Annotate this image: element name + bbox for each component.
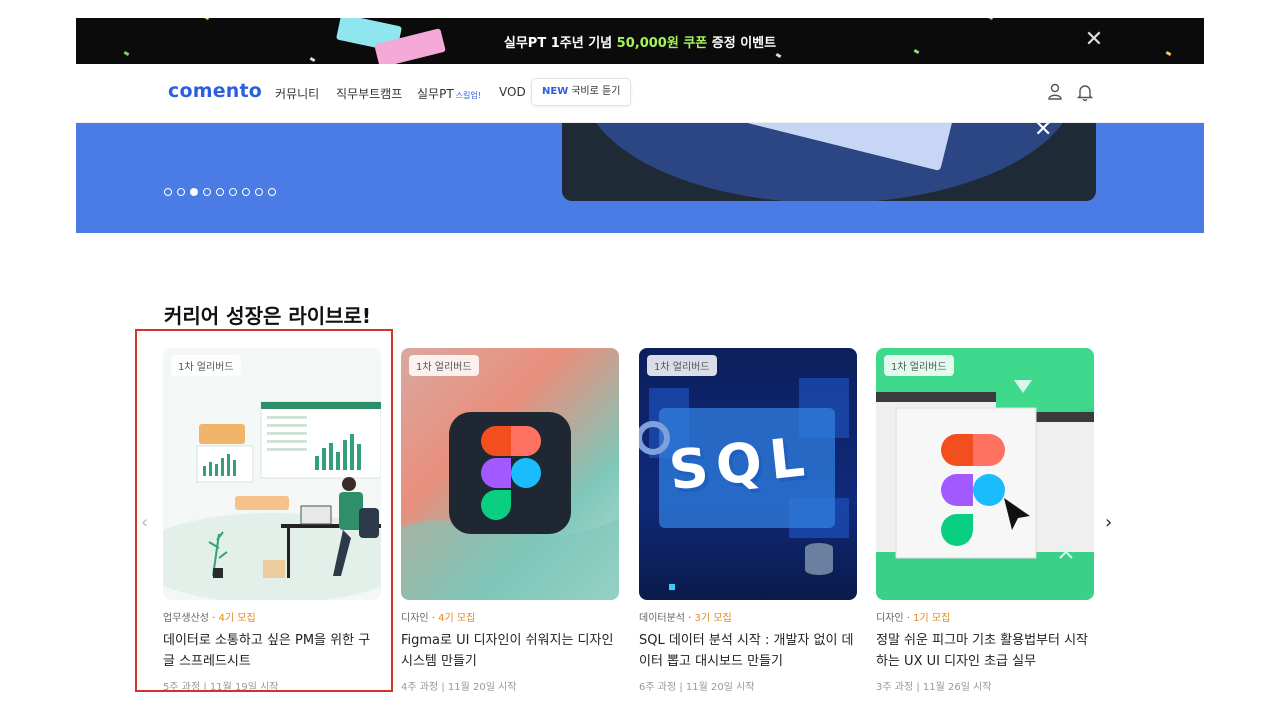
card-title[interactable]: 정말 쉬운 피그마 기초 활용법부터 시작하는 UX UI 디자인 초급 실무 [876,630,1094,672]
course-card[interactable]: 1차 얼리버드 디자인 · 1기 모집 정말 쉬운 피그마 기초 활용법부터 시… [876,348,1094,693]
nav-item-label: 직무부트캠프 [336,87,403,101]
nav-item-label: 실무PT [417,87,454,101]
early-bird-badge: 1차 얼리버드 [884,355,954,376]
new-badge: NEW [542,86,569,97]
card-category: 디자인 [876,613,904,624]
nav-item-label: VOD [499,85,526,99]
nav-item-practice-pt[interactable]: 실무PT 스킬업! [417,85,481,102]
carousel-dot[interactable] [216,188,224,196]
card-start-date: 11월 26일 시작 [922,682,992,693]
national-support-label: 국비로 듣기 [571,86,621,97]
card-meta: 디자인 · 1기 모집 [876,613,951,624]
card-category: 데이터분석 [639,613,685,624]
nav-item-tag: 스킬업! [455,91,481,100]
card-schedule: 4주 과정 | 11월 20일 시작 [401,682,517,693]
card-recruit: 1기 모집 [913,613,951,624]
section-title: 커리어 성장은 라이브로! [164,304,372,328]
nav-item-label: 커뮤니티 [275,87,320,101]
promo-text-after: 증정 이벤트 [707,36,777,51]
card-meta: 디자인 · 4기 모집 [401,613,476,624]
card-meta: 데이터분석 · 3기 모집 [639,613,732,624]
promo-text: 실무PT 1주년 기념 50,000원 쿠폰 증정 이벤트 [76,32,1204,51]
card-duration: 6주 과정 [639,682,677,693]
promo-text-highlight: 50,000원 쿠폰 [616,36,708,51]
chevron-right-icon[interactable]: › [1105,512,1112,533]
figma-logo-illustration: 1차 얼리버드 [401,348,619,600]
confetti [203,18,210,21]
selection-highlight [135,329,393,692]
carousel-dot[interactable] [203,188,211,196]
logo[interactable]: comento [168,80,262,102]
close-icon: ✕ [1034,123,1053,142]
hero-carousel[interactable]: ✕ [76,123,1204,233]
confetti [987,18,994,21]
close-icon[interactable]: ✕ [1082,28,1106,52]
course-card[interactable]: SQL 1차 얼리버드 데이터분석 · 3기 모집 SQL 데이터 분석 시작 … [639,348,857,693]
card-duration: 3주 과정 [876,682,914,693]
course-card[interactable]: 1차 얼리버드 디자인 · 4기 모집 Figma로 UI 디자인이 쉬워지는 … [401,348,619,693]
figma-logo-art [401,412,619,600]
user-icon[interactable] [1045,82,1065,102]
card-schedule: 3주 과정 | 11월 26일 시작 [876,682,992,693]
carousel-dot-active[interactable] [190,188,198,196]
carousel-dot[interactable] [268,188,276,196]
nav-item-vod[interactable]: VOD [499,85,526,99]
carousel-dot[interactable] [242,188,250,196]
nav-item-community[interactable]: 커뮤니티 [275,85,319,102]
main-nav: comento 커뮤니티 직무부트캠프 실무PT 스킬업! VOD NEW 국비로 … [76,64,1204,123]
promo-text-before: 실무PT 1주년 기념 [503,36,617,51]
confetti [775,52,782,59]
early-bird-badge: 1차 얼리버드 [409,355,479,376]
carousel-dot[interactable] [229,188,237,196]
promo-banner[interactable]: 실무PT 1주년 기념 50,000원 쿠폰 증정 이벤트 ✕ [76,18,1204,64]
card-category: 디자인 [401,613,429,624]
card-schedule: 6주 과정 | 11월 20일 시작 [639,682,755,693]
nav-item-bootcamp[interactable]: 직무부트캠프 [336,85,402,102]
hero-image-panel: ✕ [562,123,1096,201]
early-bird-badge: 1차 얼리버드 [647,355,717,376]
carousel-dot[interactable] [164,188,172,196]
card-recruit: 4기 모집 [438,613,476,624]
card-recruit: 3기 모집 [694,613,732,624]
confetti [1165,50,1172,57]
carousel-dots [164,188,276,196]
bell-icon[interactable] [1075,82,1095,102]
card-start-date: 11월 20일 시작 [685,682,755,693]
sql-illustration: SQL 1차 얼리버드 [639,348,857,600]
confetti [123,50,130,57]
card-title[interactable]: SQL 데이터 분석 시작 : 개발자 없이 데이터 뽑고 대시보드 만들기 [639,630,857,672]
card-title[interactable]: Figma로 UI 디자인이 쉬워지는 디자인시스템 만들기 [401,630,619,672]
confetti [309,56,316,63]
card-duration: 4주 과정 [401,682,439,693]
carousel-dot[interactable] [177,188,185,196]
figma-browser-illustration: 1차 얼리버드 [876,348,1094,600]
carousel-dot[interactable] [255,188,263,196]
card-start-date: 11월 20일 시작 [447,682,517,693]
figma-browser-art [876,380,1094,600]
national-support-button[interactable]: NEW 국비로 듣기 [531,78,632,106]
